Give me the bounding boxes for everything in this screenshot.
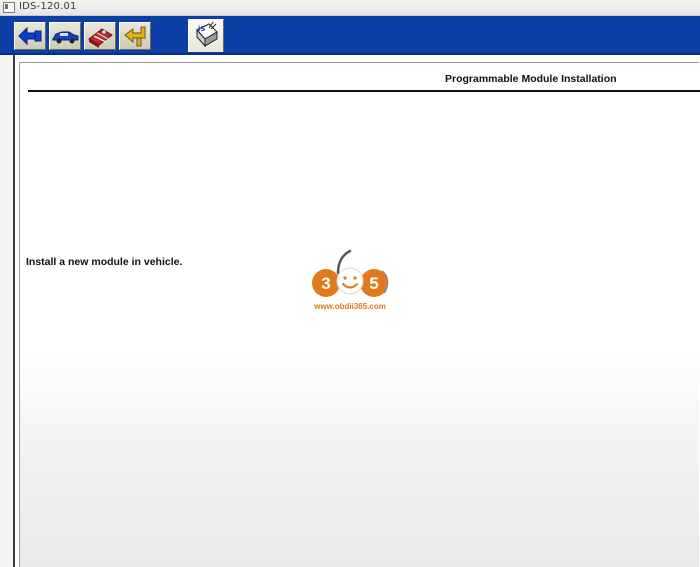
module-programming-icon: iS	[196, 21, 218, 48]
window-title: IDS-120.01	[19, 1, 77, 12]
toolbar-vehicle-button[interactable]	[49, 22, 81, 50]
connect-icon	[18, 26, 42, 46]
app-icon	[3, 2, 15, 13]
toolbar-toolbox-button[interactable]	[84, 22, 116, 50]
svg-text:3: 3	[321, 274, 330, 293]
title-divider	[28, 90, 700, 92]
svg-text:iS: iS	[198, 25, 205, 33]
app-window: IDS-120.01 iS Programmable Module Instal…	[0, 0, 700, 567]
vehicle-icon	[52, 31, 79, 44]
watermark-url: www.obdii365.com	[314, 302, 386, 311]
toolbar-back-button[interactable]	[119, 22, 151, 50]
toolbox-icon	[88, 28, 113, 48]
toolbar: iS	[0, 16, 700, 55]
watermark: 3 5 www.obdii365.com	[304, 247, 396, 315]
toolbar-module-programming-tab[interactable]: iS	[188, 19, 224, 52]
page-title: Programmable Module Installation	[445, 73, 617, 85]
watermark-logo: 3 5	[312, 249, 389, 297]
title-bar: IDS-120.01	[0, 0, 700, 16]
toolbar-connect-button[interactable]	[14, 22, 46, 50]
instruction-text: Install a new module in vehicle.	[26, 256, 183, 268]
back-arrow-icon	[124, 26, 146, 47]
svg-text:5: 5	[369, 274, 378, 293]
